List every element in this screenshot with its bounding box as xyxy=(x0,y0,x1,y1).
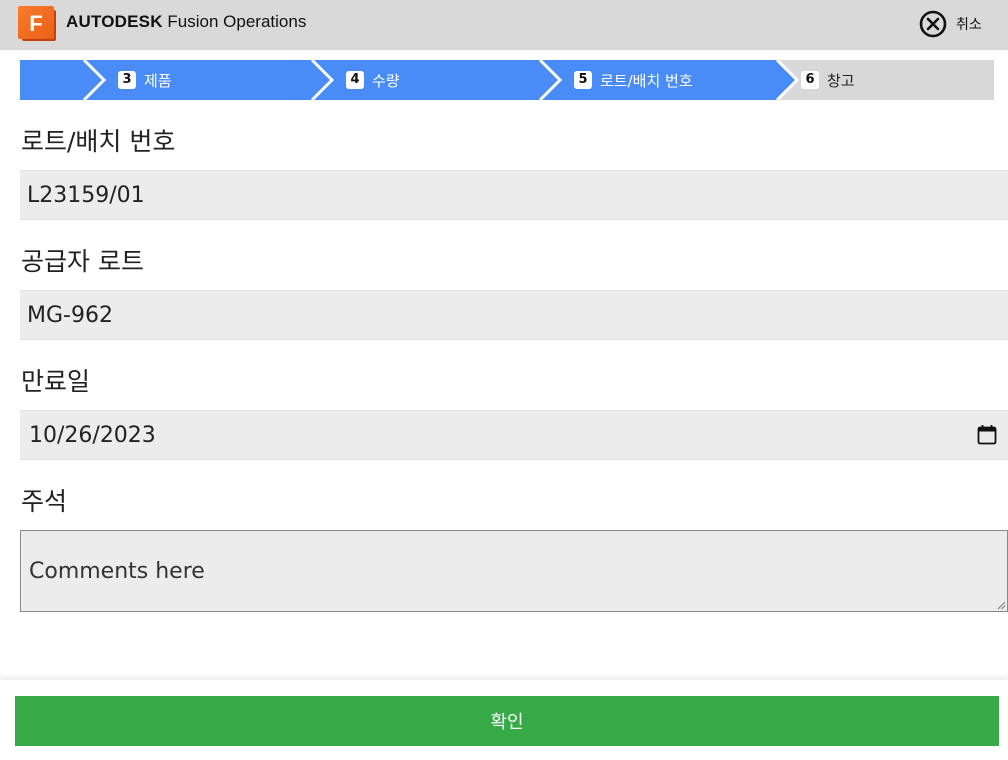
app-title: AUTODESK Fusion Operations xyxy=(66,12,306,32)
wizard-stepper: 3 제품 4 수량 5 로트/배치 번호 6 창고 xyxy=(20,60,994,100)
supplier-lot-label: 공급자 로트 xyxy=(21,247,144,276)
step-number: 3 xyxy=(118,71,136,89)
lot-number-label: 로트/배치 번호 xyxy=(21,127,176,156)
step-lot-batch[interactable]: 5 로트/배치 번호 xyxy=(574,60,693,100)
lot-number-field[interactable]: L23159/01 xyxy=(20,170,1008,220)
product-name: Fusion Operations xyxy=(167,12,307,31)
footer-bar: 확인 xyxy=(0,680,1008,760)
expiry-date-label: 만료일 xyxy=(21,367,91,396)
fusion-logo-icon: F xyxy=(18,6,56,41)
notes-placeholder: Comments here xyxy=(29,558,205,584)
confirm-label: 확인 xyxy=(490,712,524,733)
step-number: 6 xyxy=(801,71,819,89)
expiry-date-value: 10/26/2023 xyxy=(29,422,156,448)
step-number: 4 xyxy=(346,71,364,89)
calendar-icon[interactable] xyxy=(976,424,998,446)
step-label: 제품 xyxy=(144,71,172,90)
step-warehouse[interactable]: 6 창고 xyxy=(801,60,855,100)
step-label: 창고 xyxy=(827,71,855,90)
step-number: 5 xyxy=(574,71,592,89)
close-circle-icon xyxy=(919,10,947,38)
logo-letter: F xyxy=(29,11,42,36)
app-header: F AUTODESK Fusion Operations 취소 xyxy=(0,0,1008,50)
brand-name: AUTODESK xyxy=(66,12,163,31)
step-quantity[interactable]: 4 수량 xyxy=(346,60,400,100)
notes-textarea[interactable]: Comments here xyxy=(20,530,1008,612)
step-label: 로트/배치 번호 xyxy=(600,71,693,90)
confirm-button[interactable]: 확인 xyxy=(15,696,999,746)
lot-number-value: L23159/01 xyxy=(27,182,145,208)
cancel-button[interactable]: 취소 xyxy=(918,9,982,39)
step-label: 수량 xyxy=(372,71,400,90)
resize-grip-icon[interactable] xyxy=(996,600,1006,610)
expiry-date-field[interactable]: 10/26/2023 xyxy=(20,410,1008,460)
supplier-lot-value: MG-962 xyxy=(27,302,113,328)
notes-label: 주석 xyxy=(21,487,68,516)
step-product[interactable]: 3 제품 xyxy=(118,60,172,100)
supplier-lot-field[interactable]: MG-962 xyxy=(20,290,1008,340)
cancel-label: 취소 xyxy=(956,17,982,33)
